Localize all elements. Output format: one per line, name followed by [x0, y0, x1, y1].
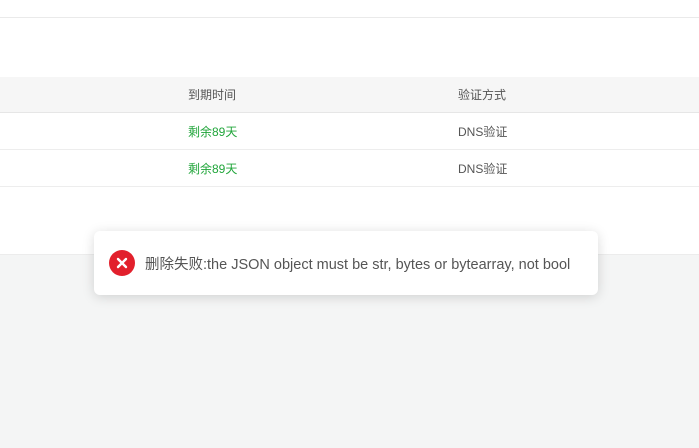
divider: [0, 17, 699, 18]
error-icon: [109, 250, 135, 276]
verify-method-cell: DNS验证: [458, 161, 508, 176]
certificate-table: 到期时间 验证方式 剩余89天 DNS验证 剩余89天 DNS验证: [0, 77, 699, 187]
error-message: 删除失败:the JSON object must be str, bytes …: [145, 256, 571, 273]
header-expire-time: 到期时间: [188, 88, 237, 102]
expire-time-cell: 剩余89天: [188, 124, 238, 139]
error-toast: 删除失败:the JSON object must be str, bytes …: [94, 231, 598, 295]
expire-time-cell: 剩余89天: [188, 161, 238, 176]
table-row: 剩余89天 DNS验证: [0, 150, 699, 187]
table-row: 剩余89天 DNS验证: [0, 113, 699, 150]
verify-method-cell: DNS验证: [458, 124, 508, 139]
certificate-panel: 到期时间 验证方式 剩余89天 DNS验证 剩余89天 DNS验证: [0, 0, 699, 255]
header-verify-method: 验证方式: [458, 88, 507, 102]
table-header: 到期时间 验证方式: [0, 77, 699, 113]
